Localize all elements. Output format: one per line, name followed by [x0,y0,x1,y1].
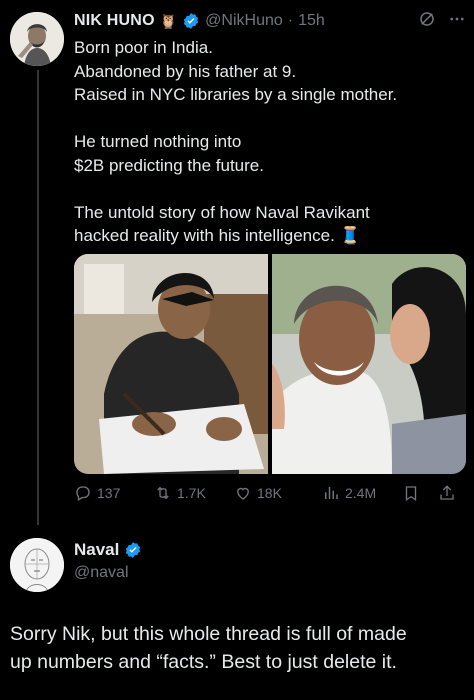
views-bar-chart-icon [325,487,338,499]
heart-icon [237,487,249,500]
tweet-line: $2B predicting the future. [74,155,264,175]
owl-emoji: 🦉 [159,12,178,29]
muted-circle-icon[interactable] [418,10,436,28]
share-icon[interactable] [438,484,456,502]
tweet-actions: 137 1.7K 18K 2.4M [74,480,466,506]
tweet-media[interactable] [74,254,466,474]
reply-count: 137 [97,485,121,501]
retweet-icon [157,486,169,500]
views-button[interactable]: 2.4M [322,484,376,502]
reply-author-handle[interactable]: @naval [74,564,142,582]
reply-line: Sorry Nik, but this whole thread is full… [10,623,407,645]
tweet-line: Born poor in India. [74,38,213,57]
reply-button[interactable]: 137 [74,484,120,502]
reply-author-name[interactable]: Naval [74,540,119,560]
tweet-body: Born poor in India. Abandoned by his fat… [74,36,464,248]
verified-badge-icon [126,542,141,558]
views-count: 2.4M [345,485,377,501]
tweet-line: Raised in NYC libraries by a single moth… [74,85,398,104]
tweet-line: hacked reality with his intelligence. 🧵 [74,226,361,245]
dot-separator: · [287,12,294,29]
retweet-count: 1.7K [177,485,206,501]
tweet-top-actions [418,10,466,28]
more-options-icon[interactable] [448,10,466,28]
author-avatar[interactable] [10,12,64,66]
thread-connector-line [37,70,39,525]
tweet-time[interactable]: 15h [298,12,325,30]
retweet-button[interactable]: 1.7K [154,484,206,502]
like-button[interactable]: 18K [234,484,282,502]
tweet-line: Abandoned by his father at 9. [74,61,297,81]
photo-man-writing[interactable] [74,254,268,474]
tweet-line: The untold story of how Naval Ravikant [74,202,370,222]
tweet-header: NIK HUNO 🦉 @NikHuno · 15h [74,10,325,32]
like-count: 18K [257,485,282,501]
reply-header: Naval @naval [74,540,142,582]
reply-line: up numbers and “facts.” Best to just del… [10,651,397,673]
reply-body: Sorry Nik, but this whole thread is full… [10,620,466,676]
author-handle[interactable]: @NikHuno [205,12,283,30]
reply-icon [76,486,90,501]
tweet-line: He turned nothing into [74,132,242,151]
photo-couple-kiss[interactable] [272,254,466,474]
reply-author-avatar[interactable] [10,538,64,592]
verified-badge-icon [184,13,199,29]
author-name[interactable]: NIK HUNO [74,12,155,30]
bookmark-icon[interactable] [402,484,420,502]
